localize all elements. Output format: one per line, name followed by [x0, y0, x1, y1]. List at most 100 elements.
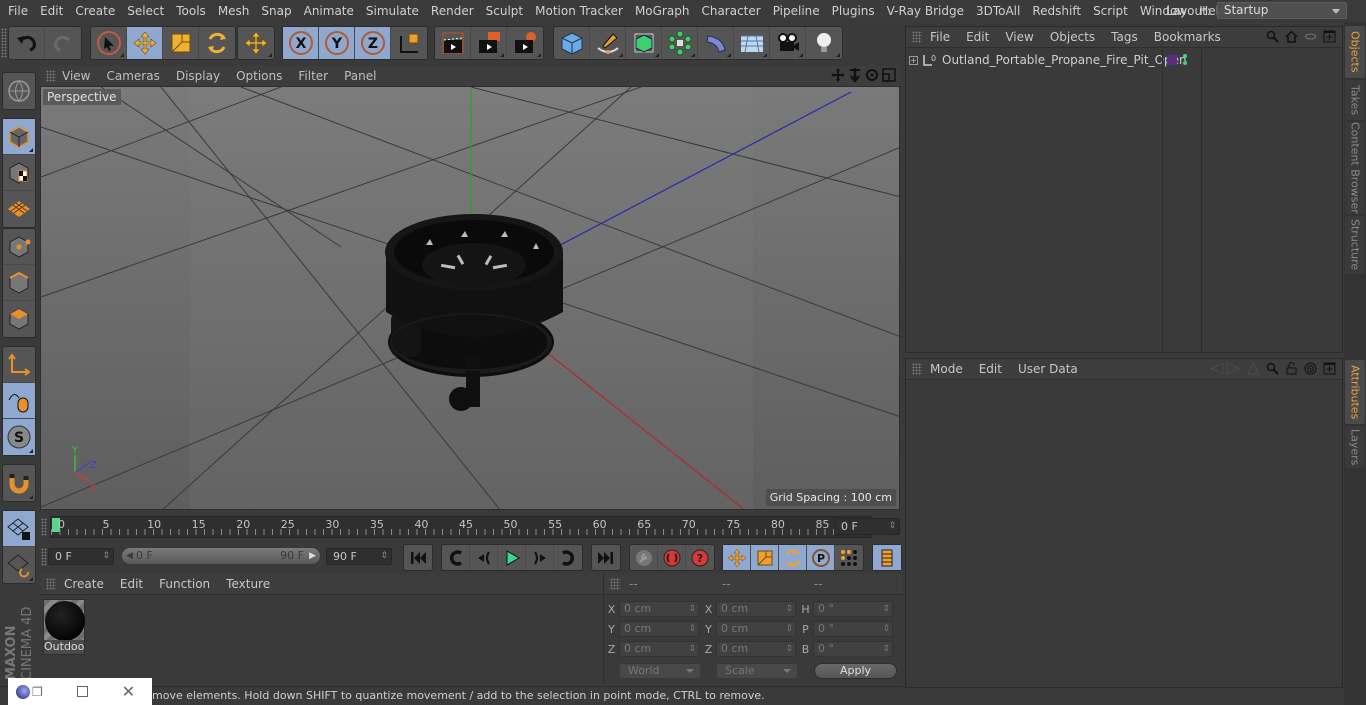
- viewport-menu-display[interactable]: Display: [168, 69, 228, 83]
- new-panel-icon[interactable]: [1323, 362, 1336, 375]
- timeline-grip[interactable]: [41, 518, 47, 536]
- object-menu-tags[interactable]: Tags: [1103, 30, 1146, 44]
- size-z-field[interactable]: 0 cm: [716, 641, 796, 657]
- polygons-mode-button[interactable]: [3, 301, 35, 337]
- menu-snap[interactable]: Snap: [255, 4, 297, 18]
- attribute-menu-user-data[interactable]: User Data: [1010, 362, 1086, 376]
- menu-script[interactable]: Script: [1087, 4, 1134, 18]
- key-scale-button[interactable]: [751, 545, 779, 570]
- expand-icon[interactable]: +: [909, 55, 918, 65]
- start-frame-field[interactable]: 0 F: [48, 548, 114, 565]
- menu-sculpt[interactable]: Sculpt: [480, 4, 529, 18]
- range-right-arrow-icon[interactable]: ▶: [309, 548, 316, 564]
- menu-tools[interactable]: Tools: [170, 4, 212, 18]
- previous-key-button[interactable]: [442, 545, 470, 570]
- tab-content-browser[interactable]: Content Browser: [1345, 122, 1365, 214]
- menu-3dtoall[interactable]: 3DToAll: [970, 4, 1026, 18]
- cube-button[interactable]: [554, 27, 590, 59]
- viewport-menu-options[interactable]: Options: [228, 69, 290, 83]
- maximize-icon[interactable]: [76, 686, 88, 697]
- viewport-menu-filter[interactable]: Filter: [290, 69, 336, 83]
- texture-mode-button[interactable]: [3, 155, 35, 191]
- tab-takes[interactable]: Takes: [1345, 80, 1365, 120]
- pen-spline-button[interactable]: [590, 27, 626, 59]
- menu-create[interactable]: Create: [69, 4, 121, 18]
- current-frame-field[interactable]: 0 F: [834, 518, 900, 535]
- tab-objects[interactable]: Objects: [1345, 26, 1365, 78]
- menu-motion-tracker[interactable]: Motion Tracker: [529, 4, 629, 18]
- scale-tool-button[interactable]: [163, 27, 199, 59]
- end-frame-field[interactable]: 90 F: [326, 548, 392, 565]
- viewport-menu-cameras[interactable]: Cameras: [98, 69, 167, 83]
- close-icon[interactable]: ✕: [122, 682, 135, 701]
- menu-edit[interactable]: Edit: [34, 4, 69, 18]
- material-grip[interactable]: [46, 578, 56, 590]
- tab-structure[interactable]: Structure: [1345, 216, 1365, 274]
- x-axis-button[interactable]: X: [283, 27, 319, 59]
- tweak-mode-button[interactable]: [3, 383, 35, 419]
- material-menu-edit[interactable]: Edit: [112, 577, 151, 591]
- subdivision-button[interactable]: [626, 27, 662, 59]
- object-menu-objects[interactable]: Objects: [1042, 30, 1103, 44]
- points-mode-button[interactable]: [3, 229, 35, 265]
- rotate-view-icon[interactable]: [865, 68, 879, 82]
- zoom-view-icon[interactable]: [848, 68, 862, 82]
- material-menu-function[interactable]: Function: [151, 577, 218, 591]
- menu-simulate[interactable]: Simulate: [360, 4, 425, 18]
- size-y-field[interactable]: 0 cm: [716, 621, 796, 637]
- rot-b-field[interactable]: 0 °: [813, 641, 893, 657]
- menu-redshift[interactable]: Redshift: [1026, 4, 1087, 18]
- viewport-grip[interactable]: [46, 70, 56, 82]
- key-rotation-button[interactable]: [779, 545, 807, 570]
- size-x-field[interactable]: 0 cm: [716, 601, 796, 617]
- menu-select[interactable]: Select: [121, 4, 170, 18]
- camera-label[interactable]: Perspective: [43, 89, 121, 105]
- undo-button[interactable]: [9, 27, 45, 59]
- object-grip[interactable]: [912, 31, 922, 43]
- render-view-button[interactable]: [435, 27, 471, 59]
- pos-y-field[interactable]: 0 cm: [619, 621, 699, 637]
- workplane-mode-button[interactable]: [3, 191, 35, 227]
- y-axis-button[interactable]: Y: [319, 27, 355, 59]
- bend-deformer-button[interactable]: [698, 27, 734, 59]
- point-level-button[interactable]: [835, 545, 863, 570]
- cloner-button[interactable]: [662, 27, 698, 59]
- render-picture-viewer-button[interactable]: [471, 27, 507, 59]
- editor-visibility-dot[interactable]: [1183, 54, 1187, 58]
- coords-grip[interactable]: [610, 578, 620, 590]
- render-settings-button[interactable]: [507, 27, 543, 59]
- object-menu-bookmarks[interactable]: Bookmarks: [1146, 30, 1229, 44]
- tab-layers[interactable]: Layers: [1345, 426, 1365, 468]
- lock-workplane-button[interactable]: [3, 511, 35, 547]
- lock-icon[interactable]: [1285, 362, 1298, 375]
- play-button[interactable]: [498, 545, 526, 570]
- object-menu-view[interactable]: View: [997, 30, 1041, 44]
- light-button[interactable]: [806, 27, 842, 59]
- up-arrow-icon[interactable]: [1247, 362, 1260, 375]
- axis-mode-button[interactable]: [3, 347, 35, 383]
- recent-tool-button[interactable]: [238, 27, 274, 59]
- search-icon[interactable]: [1266, 30, 1279, 43]
- next-frame-button[interactable]: [526, 545, 554, 570]
- apply-button[interactable]: Apply: [814, 663, 897, 679]
- object-menu-edit[interactable]: Edit: [958, 30, 997, 44]
- pos-x-field[interactable]: 0 cm: [619, 601, 699, 617]
- menu-mograph[interactable]: MoGraph: [629, 4, 696, 18]
- menu-animate[interactable]: Animate: [298, 4, 360, 18]
- back-forward-icon[interactable]: [1209, 362, 1241, 375]
- go-to-start-button[interactable]: [404, 545, 432, 570]
- go-to-end-button[interactable]: [592, 545, 620, 570]
- keyframe-selection-button[interactable]: ?: [686, 545, 714, 570]
- object-name[interactable]: Outland_Portable_Propane_Fire_Pit_Open: [942, 53, 1187, 67]
- menu-plugins[interactable]: Plugins: [826, 4, 881, 18]
- camera-button[interactable]: [770, 27, 806, 59]
- size-mode-select[interactable]: Scale: [716, 663, 798, 679]
- menu-mesh[interactable]: Mesh: [212, 4, 256, 18]
- live-selection-button[interactable]: [91, 27, 127, 59]
- restore-icon[interactable]: ❐: [32, 685, 43, 699]
- coordinate-system-button[interactable]: [391, 27, 427, 59]
- snap-button[interactable]: S: [3, 419, 35, 455]
- redo-button[interactable]: [45, 27, 81, 59]
- rotate-tool-button[interactable]: [199, 27, 235, 59]
- pan-view-icon[interactable]: [831, 68, 845, 82]
